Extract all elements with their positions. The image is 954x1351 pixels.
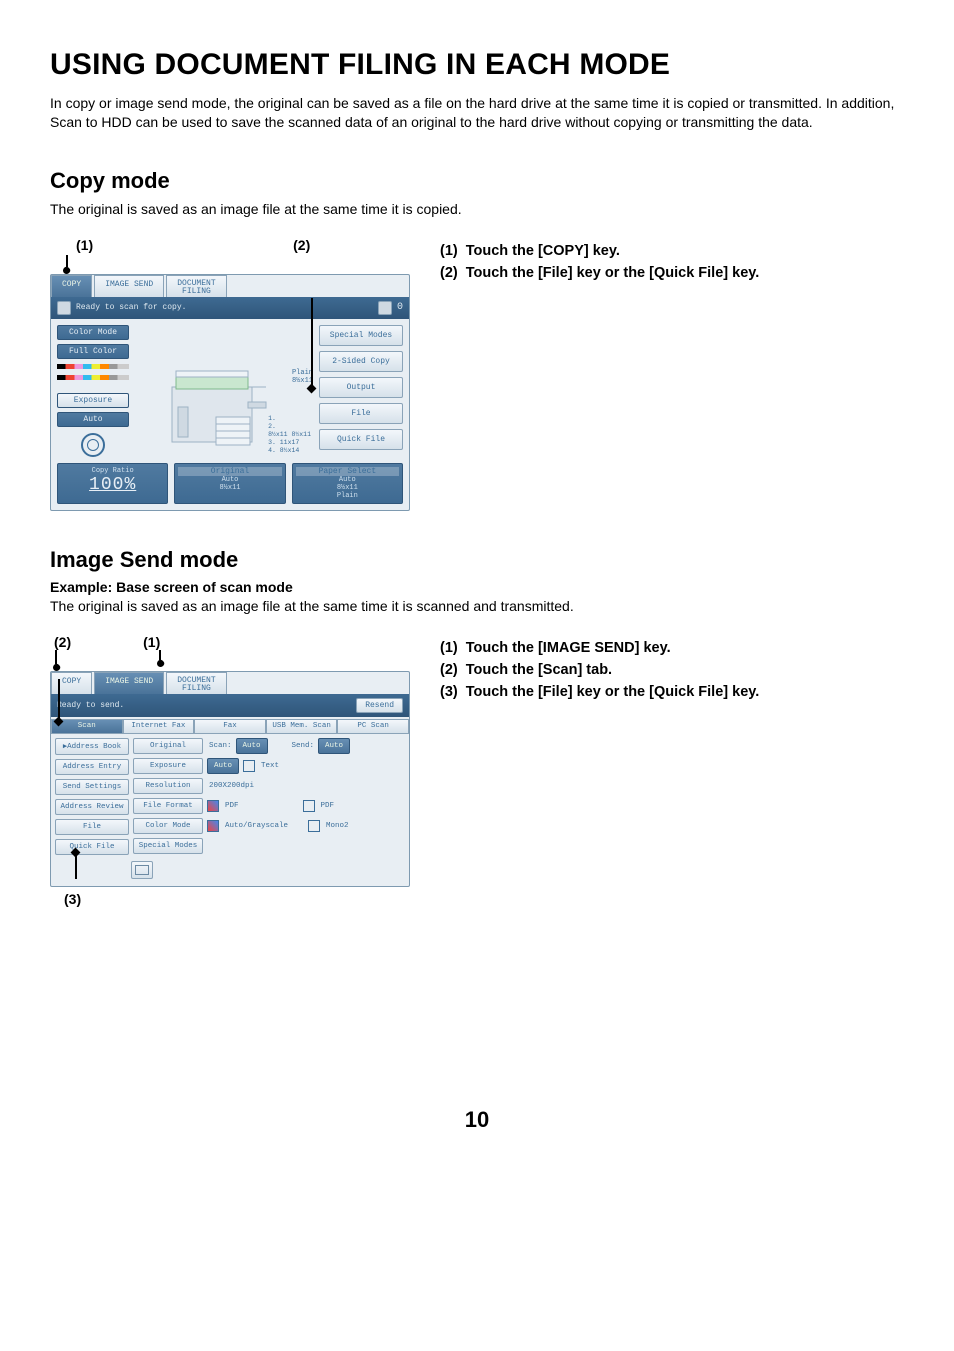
auto-grayscale-value: Auto/Grayscale: [223, 822, 288, 830]
color-mode-button-s[interactable]: Color Mode: [133, 818, 203, 834]
text-icon: [243, 760, 255, 772]
copy-mode-heading: Copy mode: [50, 168, 904, 194]
copy-step1-num: (1): [440, 243, 458, 259]
pdf-color-icon: [207, 800, 219, 812]
send-step1-text: Touch the [IMAGE SEND] key.: [466, 640, 671, 656]
resolution-button-s[interactable]: Resolution: [133, 778, 203, 794]
tray-2: 2.: [268, 423, 311, 431]
tab-document-filing-2[interactable]: DOCUMENT FILING: [166, 672, 226, 694]
send-callout-2: (2): [54, 634, 71, 650]
paper-select-size: 8½x11: [296, 484, 399, 492]
scan-label: Scan:: [207, 742, 232, 750]
exposure-button-s[interactable]: Exposure: [133, 758, 203, 774]
send-step2-text: Touch the [Scan] tab.: [466, 662, 612, 678]
copy-ratio-value: 100%: [61, 475, 164, 495]
toner-levels: [57, 364, 129, 369]
tray-4: 3. 11x17: [268, 439, 311, 447]
scan-tab-internet-fax[interactable]: Internet Fax: [123, 719, 195, 734]
file-format-button-s[interactable]: File Format: [133, 798, 203, 814]
color-mode-label: Color Mode: [57, 325, 129, 340]
special-modes-button-s[interactable]: Special Modes: [133, 838, 203, 854]
send-callout-1: (1): [143, 634, 160, 650]
resend-button[interactable]: Resend: [356, 698, 403, 713]
send-settings-button[interactable]: Send Settings: [55, 779, 129, 795]
auto-grayscale-icon: [207, 820, 219, 832]
send-step2-num: (2): [440, 662, 458, 678]
tab-image-send-2[interactable]: IMAGE SEND: [94, 672, 164, 694]
copy-mode-description: The original is saved as an image file a…: [50, 200, 904, 219]
scan-tab-usb-mem[interactable]: USB Mem. Scan: [266, 719, 338, 734]
copy-ratio-label: Copy Ratio: [61, 467, 164, 475]
original-label: Original: [178, 467, 281, 476]
page-number: 10: [50, 1107, 904, 1133]
tray-5: 4. 8½x14: [268, 447, 311, 455]
scan-tab-pc-scan[interactable]: PC Scan: [337, 719, 409, 734]
copy-screenshot: (1) (2) COPY IMAGE SEND DOCUMENT FILING …: [50, 237, 410, 511]
send-callout-3: (3): [64, 891, 81, 907]
pdf-value-1: PDF: [223, 802, 239, 810]
send-status-text: Ready to send.: [57, 701, 124, 710]
send-quick-file-button[interactable]: Quick File: [55, 839, 129, 855]
scan-auto-value[interactable]: Auto: [236, 738, 268, 754]
tab-document-filing[interactable]: DOCUMENT FILING: [166, 275, 226, 297]
exposure-auto-value[interactable]: Auto: [207, 758, 239, 774]
paper-select-type: Plain: [296, 492, 399, 500]
tab-copy[interactable]: COPY: [51, 275, 92, 297]
pdf-mono-icon: [303, 800, 315, 812]
copy-step2-num: (2): [440, 265, 458, 281]
original-button-s[interactable]: Original: [133, 738, 203, 754]
image-send-description: The original is saved as an image file a…: [50, 597, 904, 616]
paper-select-label: Paper Select: [296, 467, 399, 476]
pdf-value-2: PDF: [319, 802, 335, 810]
image-send-screenshot: (2) (1) COPY IMAGE SEND DOCUMENT FILING …: [50, 634, 410, 907]
tray-3: 8½x11 8½x11: [268, 431, 311, 439]
lens-icon: [81, 433, 105, 457]
page-title: USING DOCUMENT FILING IN EACH MODE: [50, 48, 904, 82]
send-file-button[interactable]: File: [55, 819, 129, 835]
original-value: Auto: [178, 476, 281, 484]
image-send-heading: Image Send mode: [50, 547, 904, 573]
color-mode-button[interactable]: Full Color: [57, 344, 129, 359]
copy-ratio-box[interactable]: Copy Ratio 100%: [57, 463, 168, 504]
copy-step2-text: Touch the [File] key or the [Quick File]…: [466, 265, 760, 281]
file-button[interactable]: File: [319, 403, 403, 424]
output-button[interactable]: Output: [319, 377, 403, 398]
exposure-label: Exposure: [57, 393, 129, 408]
send-auto-value[interactable]: Auto: [318, 738, 350, 754]
tab-image-send[interactable]: IMAGE SEND: [94, 275, 164, 297]
send-step3-num: (3): [440, 684, 458, 700]
status-text: Ready to scan for copy.: [76, 303, 186, 312]
image-send-example-label: Example: Base screen of scan mode: [50, 579, 904, 595]
printer-icon: [57, 301, 71, 315]
preview-tool-button[interactable]: [131, 861, 153, 879]
paper-select-value: Auto: [296, 476, 399, 484]
send-label: Send:: [290, 742, 315, 750]
quick-file-button[interactable]: Quick File: [319, 429, 403, 450]
original-size: 8½x11: [178, 484, 281, 492]
exposure-text-value: Text: [259, 762, 279, 770]
copy-step1-text: Touch the [COPY] key.: [466, 243, 620, 259]
tray-top-plain: Plain: [292, 369, 313, 377]
refresh-icon[interactable]: [378, 301, 392, 315]
toner-levels-2: [57, 375, 129, 380]
mono2-value: Mono2: [324, 822, 349, 830]
resolution-value: 200X200dpi: [207, 782, 254, 790]
two-sided-copy-button[interactable]: 2-Sided Copy: [319, 351, 403, 372]
paper-select-box[interactable]: Paper Select Auto 8½x11 Plain: [292, 463, 403, 504]
status-count: 0: [397, 302, 403, 313]
mono2-icon: [308, 820, 320, 832]
address-review-button[interactable]: Address Review: [55, 799, 129, 815]
exposure-button[interactable]: Auto: [57, 412, 129, 427]
send-step1-num: (1): [440, 640, 458, 656]
send-step3-text: Touch the [File] key or the [Quick File]…: [466, 684, 760, 700]
special-modes-button[interactable]: Special Modes: [319, 325, 403, 346]
address-book-button[interactable]: ▶Address Book: [55, 738, 129, 755]
copy-callout-2: (2): [293, 237, 310, 253]
address-entry-button[interactable]: Address Entry: [55, 759, 129, 775]
copy-callout-1: (1): [76, 237, 93, 253]
intro-paragraph: In copy or image send mode, the original…: [50, 94, 904, 132]
scan-tab-fax[interactable]: Fax: [194, 719, 266, 734]
tray-1: 1.: [268, 415, 311, 423]
original-box[interactable]: Original Auto 8½x11: [174, 463, 285, 504]
